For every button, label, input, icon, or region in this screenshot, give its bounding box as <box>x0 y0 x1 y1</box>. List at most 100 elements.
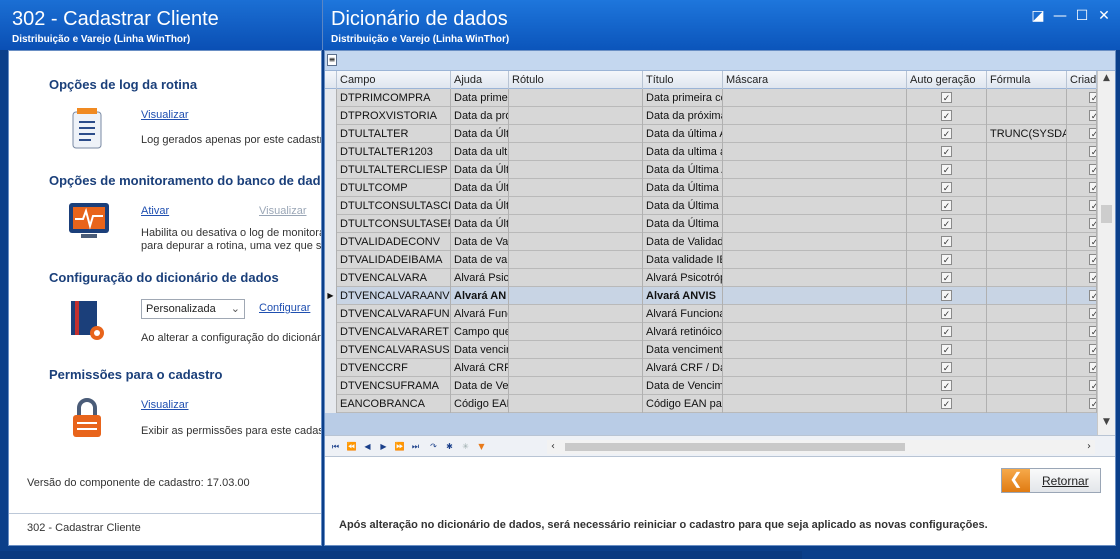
cell-formula[interactable] <box>987 305 1067 323</box>
cell-mascara[interactable] <box>723 341 907 359</box>
table-row[interactable]: DTVENCALVARARETINOCampo que Alvará retinó… <box>325 323 1097 341</box>
horizontal-scrollbar[interactable]: ‹ › <box>547 440 1095 454</box>
cell-ajuda[interactable]: Data da ulti <box>451 143 509 161</box>
column-chooser-icon[interactable]: ≡ <box>327 54 337 66</box>
scroll-left-icon[interactable]: ‹ <box>547 440 559 454</box>
cell-formula[interactable] <box>987 215 1067 233</box>
criado-checkbox[interactable]: ✓ <box>1089 200 1096 211</box>
auto-checkbox[interactable]: ✓ <box>941 146 952 157</box>
cell-rotulo[interactable] <box>509 341 643 359</box>
cell-formula[interactable] <box>987 359 1067 377</box>
cell-rotulo[interactable] <box>509 143 643 161</box>
cell-campo[interactable]: DTVENCSUFRAMA <box>337 377 451 395</box>
column-header[interactable]: Fórmula <box>987 71 1067 89</box>
criado-checkbox[interactable]: ✓ <box>1089 254 1096 265</box>
cell-mascara[interactable] <box>723 125 907 143</box>
cell-ajuda[interactable]: Data vencir <box>451 341 509 359</box>
criado-checkbox[interactable]: ✓ <box>1089 380 1096 391</box>
auto-checkbox[interactable]: ✓ <box>941 200 952 211</box>
cell-ajuda[interactable]: Data de Ver <box>451 377 509 395</box>
table-row[interactable]: DTVENCCRFAlvará CRF Alvará CRF / Da ✓ ✓ <box>325 359 1097 377</box>
cell-ajuda[interactable]: Data da pró <box>451 107 509 125</box>
cell-titulo[interactable]: Data da próxima <box>643 107 723 125</box>
cell-formula[interactable] <box>987 377 1067 395</box>
criado-checkbox[interactable]: ✓ <box>1089 290 1096 301</box>
prev-page-icon[interactable]: ⏪ <box>345 440 358 453</box>
cell-ajuda[interactable]: Alvará Psic <box>451 269 509 287</box>
next-page-icon[interactable]: ⏩ <box>393 440 406 453</box>
cell-campo[interactable]: DTULTCONSULTASERA <box>337 215 451 233</box>
cell-titulo[interactable]: Alvará ANVIS <box>643 287 723 305</box>
cell-rotulo[interactable] <box>509 233 643 251</box>
cell-formula[interactable] <box>987 251 1067 269</box>
log-view-link[interactable]: Visualizar <box>141 109 189 121</box>
monitor-activate-link[interactable]: Ativar <box>141 205 169 217</box>
criado-checkbox[interactable]: ✓ <box>1089 272 1096 283</box>
column-header[interactable]: Rótulo <box>509 71 643 89</box>
return-button[interactable]: ❮ Retornar <box>1001 468 1101 493</box>
column-header[interactable]: Criado <box>1067 71 1097 89</box>
table-row[interactable]: DTULTALTER Data da Últ Data da última A ✓ TR… <box>325 125 1097 143</box>
criado-checkbox[interactable]: ✓ <box>1089 362 1096 373</box>
criado-checkbox[interactable]: ✓ <box>1089 236 1096 247</box>
cell-ajuda[interactable]: Alvará AN <box>451 287 509 305</box>
criado-checkbox[interactable]: ✓ <box>1089 344 1096 355</box>
first-page-icon[interactable]: ⏮ <box>329 440 342 453</box>
refresh-icon[interactable]: ↷ <box>427 440 440 453</box>
cell-campo[interactable]: DTVENCALVARASUS <box>337 341 451 359</box>
scroll-up-icon[interactable]: ▲ <box>1100 73 1113 87</box>
cell-rotulo[interactable] <box>509 215 643 233</box>
cell-campo[interactable]: DTULTCONSULTASCI <box>337 197 451 215</box>
cell-titulo[interactable]: Data de Vencim <box>643 377 723 395</box>
cell-ajuda[interactable]: Data de val <box>451 251 509 269</box>
column-header[interactable]: Título <box>643 71 723 89</box>
auto-checkbox[interactable]: ✓ <box>941 254 952 265</box>
cell-mascara[interactable] <box>723 395 907 413</box>
table-row[interactable]: DTVENCALVARASUS Data vencir Data venciment… <box>325 341 1097 359</box>
cell-rotulo[interactable] <box>509 161 643 179</box>
cell-ajuda[interactable]: Data da Últ <box>451 161 509 179</box>
auto-checkbox[interactable]: ✓ <box>941 92 952 103</box>
cell-formula[interactable]: TRUNC(SYSDAT <box>987 125 1067 143</box>
table-row[interactable]: DTULTCONSULTASERA Data da Últ Data da Últi… <box>325 215 1097 233</box>
auto-checkbox[interactable]: ✓ <box>941 182 952 193</box>
cell-mascara[interactable] <box>723 251 907 269</box>
cell-titulo[interactable]: Código EAN par <box>643 395 723 413</box>
criado-checkbox[interactable]: ✓ <box>1089 128 1096 139</box>
cell-titulo[interactable]: Data da Última C <box>643 215 723 233</box>
cell-mascara[interactable] <box>723 323 907 341</box>
auto-checkbox[interactable]: ✓ <box>941 380 952 391</box>
cell-rotulo[interactable] <box>509 107 643 125</box>
cell-rotulo[interactable] <box>509 125 643 143</box>
cell-mascara[interactable] <box>723 359 907 377</box>
table-row[interactable]: DTULTALTERCLIESP Data da Últ Data da Últim… <box>325 161 1097 179</box>
auto-checkbox[interactable]: ✓ <box>941 110 952 121</box>
cell-titulo[interactable]: Data de Validad <box>643 233 723 251</box>
horizontal-scroll-thumb[interactable] <box>565 443 905 451</box>
cell-campo[interactable]: DTVALIDADEIBAMA <box>337 251 451 269</box>
cell-ajuda[interactable]: Campo que <box>451 323 509 341</box>
cell-campo[interactable]: DTVENCCRF <box>337 359 451 377</box>
table-row[interactable]: DTVALIDADECONV Data de Val Data de Validad… <box>325 233 1097 251</box>
table-row[interactable]: DTVENCSUFRAMAData de Ver Data de Vencim ✓ ✓ <box>325 377 1097 395</box>
insert-icon[interactable]: ✱ <box>443 440 456 453</box>
table-row[interactable]: DTVALIDADEIBAMA Data de val Data validade … <box>325 251 1097 269</box>
auto-checkbox[interactable]: ✓ <box>941 164 952 175</box>
criado-checkbox[interactable]: ✓ <box>1089 308 1096 319</box>
table-row[interactable]: DTVENCALVARA Alvará Psic Alvará Psicotróp ✓… <box>325 269 1097 287</box>
cell-rotulo[interactable] <box>509 287 643 305</box>
auto-checkbox[interactable]: ✓ <box>941 236 952 247</box>
cell-ajuda[interactable]: Data da Últ <box>451 197 509 215</box>
auto-checkbox[interactable]: ✓ <box>941 272 952 283</box>
edit-icon[interactable]: ✳ <box>459 440 472 453</box>
column-header[interactable]: Auto geração <box>907 71 987 89</box>
scroll-right-icon[interactable]: › <box>1083 440 1095 454</box>
cell-campo[interactable]: DTVENCALVARARETINO <box>337 323 451 341</box>
cell-formula[interactable] <box>987 395 1067 413</box>
criado-checkbox[interactable]: ✓ <box>1089 182 1096 193</box>
cell-campo[interactable]: DTPROXVISTORIA <box>337 107 451 125</box>
cell-ajuda[interactable]: Data de Val <box>451 233 509 251</box>
auto-checkbox[interactable]: ✓ <box>941 308 952 319</box>
cell-ajuda[interactable]: Data primei <box>451 89 509 107</box>
cell-ajuda[interactable]: Data da Últ <box>451 179 509 197</box>
